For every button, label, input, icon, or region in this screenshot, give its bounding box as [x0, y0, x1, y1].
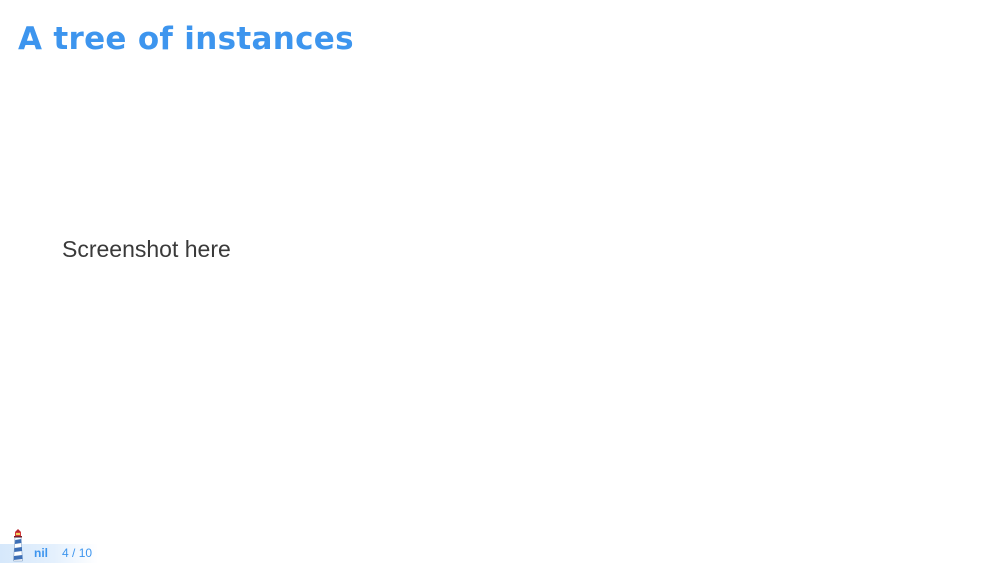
current-page: 4	[62, 546, 69, 560]
page-separator: /	[72, 546, 76, 560]
total-pages: 10	[78, 546, 93, 560]
lighthouse-icon	[13, 529, 23, 562]
presentation-name: nil	[34, 546, 48, 560]
screenshot-placeholder-text: Screenshot here	[62, 236, 231, 262]
page-counter: 4 / 10	[62, 545, 92, 561]
slide-footer: nil 4 / 10	[0, 528, 140, 563]
slide-title: A tree of instances	[18, 21, 354, 57]
